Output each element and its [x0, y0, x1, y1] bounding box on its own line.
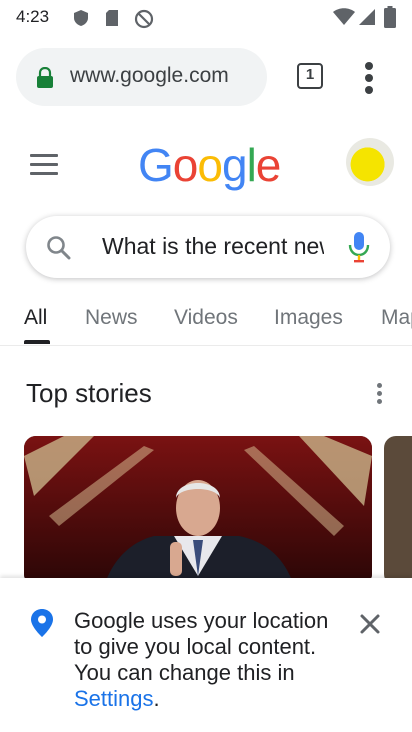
logo-letter: l: [246, 139, 257, 191]
hamburger-menu-icon[interactable]: [30, 154, 60, 178]
account-avatar[interactable]: [346, 138, 394, 186]
status-bar: 4:23: [0, 0, 412, 36]
signal-icon: [359, 9, 375, 25]
logo-letter: o: [197, 139, 223, 191]
settings-link[interactable]: Settings: [74, 686, 154, 711]
more-options-icon[interactable]: [374, 383, 386, 405]
menu-dot-icon: [365, 74, 373, 82]
sd-card-icon: [106, 10, 118, 26]
logo-letter: e: [255, 139, 282, 191]
logo-letter: G: [138, 139, 174, 191]
play-protect-icon: [74, 10, 88, 26]
logo-letter: g: [221, 139, 248, 191]
tab-news[interactable]: News: [85, 306, 138, 330]
location-pin-icon: [31, 609, 53, 637]
wifi-icon: [333, 8, 355, 25]
google-logo[interactable]: Google: [138, 138, 282, 192]
search-input[interactable]: What is the recent news: [102, 233, 324, 260]
location-message-suffix: .: [153, 686, 160, 711]
tab-all[interactable]: All: [24, 306, 47, 330]
story-card-image[interactable]: [24, 436, 372, 586]
microphone-icon[interactable]: [348, 231, 370, 263]
story-photo: [24, 436, 372, 586]
location-message: Google uses your location to give you lo…: [74, 608, 344, 712]
story-card-image-next[interactable]: [384, 436, 412, 586]
browser-toolbar: www.google.com 1: [0, 36, 412, 120]
address-bar[interactable]: www.google.com: [16, 48, 267, 106]
menu-dot-icon: [365, 86, 373, 94]
menu-dot-icon: [365, 62, 373, 70]
tab-images[interactable]: Images: [274, 306, 343, 330]
browser-menu-button[interactable]: [354, 58, 384, 98]
search-tabs: All News Videos Images Maps: [0, 296, 412, 346]
tab-switcher-button[interactable]: 1: [294, 60, 328, 94]
lock-icon: [37, 67, 53, 88]
tab-count: 1: [305, 66, 315, 83]
at-icon: [134, 9, 154, 29]
tab-videos[interactable]: Videos: [174, 306, 238, 330]
active-tab-indicator: [24, 340, 50, 344]
tab-maps[interactable]: Maps: [381, 306, 412, 330]
status-time: 4:23: [16, 7, 50, 26]
close-icon[interactable]: [354, 608, 386, 640]
location-message-text: Google uses your location to give you lo…: [74, 608, 329, 685]
google-header: Google: [0, 120, 412, 212]
top-stories-heading: Top stories: [26, 378, 152, 408]
url-text: www.google.com: [70, 64, 229, 87]
search-box[interactable]: What is the recent news: [26, 216, 390, 278]
logo-letter: o: [172, 139, 199, 191]
battery-icon: [384, 6, 396, 28]
location-banner: Google uses your location to give you lo…: [0, 578, 412, 732]
search-icon: [47, 236, 71, 260]
